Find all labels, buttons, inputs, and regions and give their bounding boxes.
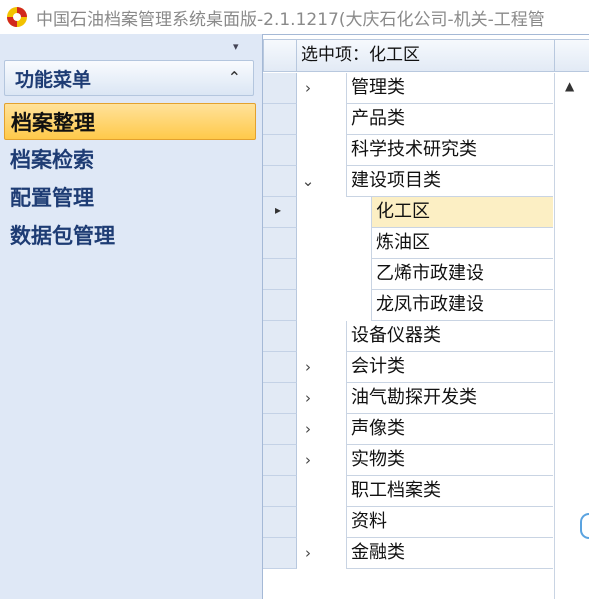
expand-chevron-icon[interactable]: ›: [298, 383, 318, 414]
row-indicator[interactable]: [263, 538, 297, 569]
menu-item[interactable]: 档案整理: [4, 103, 256, 140]
row-indicator[interactable]: [263, 228, 297, 259]
row-indicator[interactable]: [263, 135, 297, 166]
tree-row[interactable]: 设备仪器类: [263, 321, 589, 352]
row-indicator[interactable]: [263, 507, 297, 538]
window-title: 中国石油档案管理系统桌面版-2.1.1217(大庆石化公司-机关-工程管: [36, 9, 545, 30]
tree-row[interactable]: 职工档案类: [263, 476, 589, 507]
tree-row[interactable]: › 实物类: [263, 445, 589, 476]
expand-chevron-icon[interactable]: ›: [298, 445, 318, 476]
tree-node-label[interactable]: 会计类: [346, 352, 553, 383]
row-indicator[interactable]: [263, 166, 297, 197]
pin-icon[interactable]: ▾: [233, 40, 239, 53]
app-logo-icon: [7, 7, 27, 27]
menu-group-header[interactable]: 功能菜单 ⌃: [4, 60, 254, 96]
tree-node-label[interactable]: 建设项目类: [346, 166, 553, 197]
tree-row[interactable]: ▸ 化工区: [263, 197, 589, 228]
tree-row[interactable]: › 管理类: [263, 73, 589, 104]
tree-header: 选中项：化工区: [263, 39, 589, 72]
header-scroll-cell: [554, 39, 589, 72]
tree-node-label[interactable]: 油气勘探开发类: [346, 383, 553, 414]
expand-chevron-icon[interactable]: ›: [298, 352, 318, 383]
archive-category-tree: 选中项：化工区 › 管理类 产品类 科学技术研究类 ⌄ 建设项目类 ▸ 化工区 炼油区 乙烯市政建…: [262, 34, 589, 599]
tree-row[interactable]: › 金融类: [263, 538, 589, 569]
row-indicator[interactable]: [263, 414, 297, 445]
chevron-up-icon[interactable]: ⌃: [228, 68, 241, 87]
function-menu-panel: ▾ 功能菜单 ⌃ 档案整理 档案检索 配置管理 数据包管理: [0, 34, 258, 599]
row-indicator[interactable]: [263, 352, 297, 383]
title-bar: 中国石油档案管理系统桌面版-2.1.1217(大庆石化公司-机关-工程管: [0, 0, 589, 34]
menu-item[interactable]: 配置管理: [4, 178, 256, 216]
collapse-chevron-icon[interactable]: ⌄: [298, 166, 318, 197]
row-indicator[interactable]: [263, 476, 297, 507]
row-indicator[interactable]: [263, 321, 297, 352]
tree-node-label[interactable]: 职工档案类: [346, 476, 553, 507]
tree-row[interactable]: › 油气勘探开发类: [263, 383, 589, 414]
tree-row[interactable]: 乙烯市政建设: [263, 259, 589, 290]
tree-row[interactable]: 产品类: [263, 104, 589, 135]
selected-item-caption: 选中项：化工区: [297, 39, 554, 72]
tree-node-label[interactable]: 炼油区: [371, 228, 553, 259]
tree-rows: › 管理类 产品类 科学技术研究类 ⌄ 建设项目类 ▸ 化工区 炼油区 乙烯市政建设 龙凤市政建设设…: [263, 73, 589, 569]
tree-row[interactable]: 龙凤市政建设: [263, 290, 589, 321]
expand-chevron-icon[interactable]: ›: [298, 73, 318, 104]
tree-row[interactable]: › 声像类: [263, 414, 589, 445]
tree-node-label[interactable]: 管理类: [346, 73, 553, 104]
tree-node-label[interactable]: 资料: [346, 507, 553, 538]
menu-group-title: 功能菜单: [15, 68, 92, 91]
tree-node-label[interactable]: 龙凤市政建设: [371, 290, 553, 321]
expand-chevron-icon[interactable]: ›: [298, 414, 318, 445]
row-indicator-arrow-icon: ▸: [275, 203, 282, 217]
tree-row[interactable]: 炼油区: [263, 228, 589, 259]
header-corner-cell: [263, 39, 297, 72]
row-indicator[interactable]: [263, 290, 297, 321]
menu-item[interactable]: 档案检索: [4, 140, 256, 178]
tree-node-label[interactable]: 实物类: [346, 445, 553, 476]
tree-row[interactable]: › 会计类: [263, 352, 589, 383]
expand-chevron-icon[interactable]: ›: [298, 538, 318, 569]
tree-node-label[interactable]: 产品类: [346, 104, 553, 135]
scroll-up-icon[interactable]: ▲: [565, 79, 574, 93]
row-indicator[interactable]: [263, 383, 297, 414]
menu-items: 档案整理 档案检索 配置管理 数据包管理: [4, 103, 256, 254]
side-tab-icon[interactable]: [580, 513, 589, 539]
tree-node-label[interactable]: 金融类: [346, 538, 553, 569]
menu-item[interactable]: 数据包管理: [4, 216, 256, 254]
row-indicator[interactable]: [263, 259, 297, 290]
tree-node-label[interactable]: 声像类: [346, 414, 553, 445]
tree-node-label[interactable]: 乙烯市政建设: [371, 259, 553, 290]
tree-row[interactable]: ⌄ 建设项目类: [263, 166, 589, 197]
tree-row[interactable]: 科学技术研究类: [263, 135, 589, 166]
tree-row[interactable]: 资料: [263, 507, 589, 538]
row-indicator[interactable]: ▸: [263, 197, 297, 228]
tree-node-label[interactable]: 设备仪器类: [346, 321, 553, 352]
row-indicator[interactable]: [263, 73, 297, 104]
tree-node-label[interactable]: 科学技术研究类: [346, 135, 553, 166]
row-indicator[interactable]: [263, 445, 297, 476]
row-indicator[interactable]: [263, 104, 297, 135]
tree-node-label[interactable]: 化工区: [371, 197, 553, 228]
